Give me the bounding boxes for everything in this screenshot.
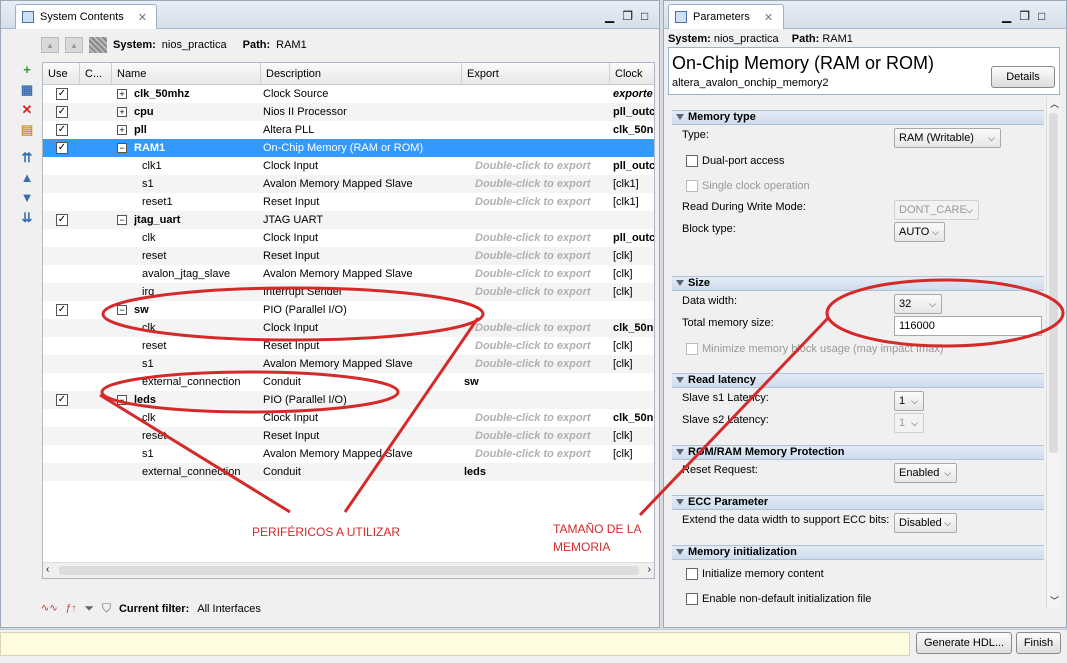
annotation-tamano-line2: MEMORIA <box>553 540 611 554</box>
sw-highlight-ellipse <box>101 286 485 342</box>
annotation-overlay <box>99 278 1065 517</box>
size-highlight-ellipse <box>825 278 1065 348</box>
leds-highlight-ellipse <box>100 370 400 414</box>
tamano-line <box>638 316 830 517</box>
annotation-tamano-line1: TAMAÑO DE LA <box>553 522 642 536</box>
annotation-perifericos: PERIFÉRICOS A UTILIZAR <box>252 525 401 539</box>
perifericos-line <box>343 317 480 513</box>
